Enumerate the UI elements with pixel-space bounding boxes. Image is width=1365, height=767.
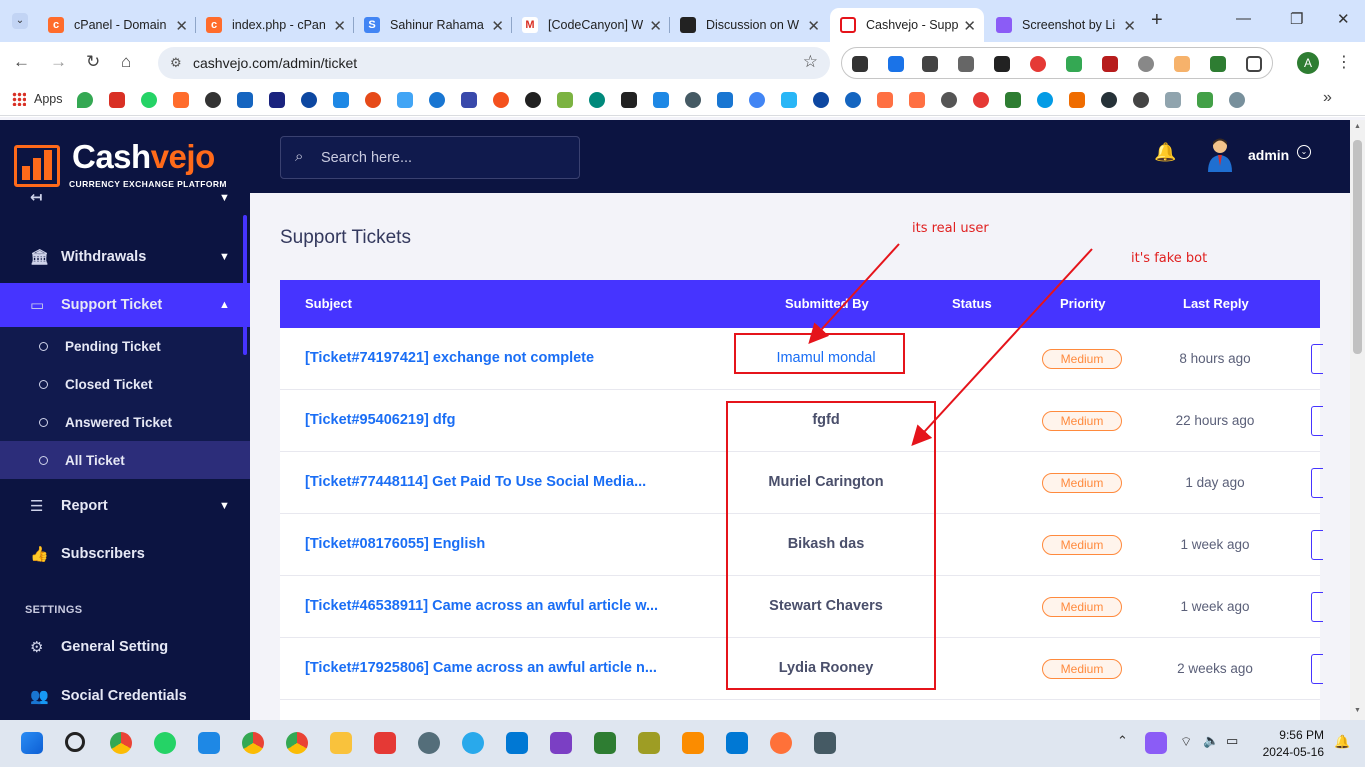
battery-icon[interactable]: ▭ — [1226, 733, 1238, 749]
whatsapp-icon[interactable] — [154, 732, 176, 754]
chrome-icon[interactable] — [286, 732, 308, 754]
chevron-up-icon[interactable]: ⌃ — [1117, 733, 1128, 749]
settings-icon[interactable] — [418, 732, 440, 754]
scrollbar-thumb[interactable] — [1353, 140, 1362, 354]
notepad-icon[interactable] — [198, 732, 220, 754]
scroll-down-icon[interactable]: ▼ — [1354, 707, 1361, 714]
clapper-icon[interactable] — [550, 732, 572, 754]
arrow-to-real-user — [808, 243, 900, 344]
xampp-icon[interactable] — [682, 732, 704, 754]
windows-taskbar: ⌃ ⌔ 🔈 ▭ 9:56 PM 2024-05-16 🔔 — [0, 720, 1365, 767]
annotation-arrows — [808, 243, 1093, 446]
clock-time[interactable]: 9:56 PM — [1260, 728, 1324, 742]
store-icon[interactable] — [506, 732, 528, 754]
scroll-up-icon[interactable]: ▲ — [1354, 123, 1361, 130]
vscode-icon[interactable] — [726, 732, 748, 754]
chrome-icon[interactable] — [242, 732, 264, 754]
firefox-icon[interactable] — [770, 732, 792, 754]
arrow-to-fake-bots — [911, 248, 1093, 446]
clock-date[interactable]: 2024-05-16 — [1260, 745, 1324, 759]
feather-tray-icon[interactable] — [1145, 732, 1167, 754]
calculator-icon[interactable] — [814, 732, 836, 754]
notification-bell-icon[interactable]: 🔔 — [1334, 734, 1350, 750]
folder-icon[interactable] — [330, 732, 352, 754]
search-icon[interactable] — [65, 732, 85, 752]
anydesk-icon[interactable] — [374, 732, 396, 754]
keys-icon[interactable] — [638, 732, 660, 754]
page-scrollbar[interactable]: ▲ ▼ — [1350, 120, 1365, 720]
volume-icon[interactable]: 🔈 — [1203, 733, 1219, 749]
telegram-icon[interactable] — [462, 732, 484, 754]
robot-icon[interactable] — [594, 732, 616, 754]
wifi-icon[interactable]: ⌔ — [1180, 734, 1192, 750]
chrome-icon[interactable] — [110, 732, 132, 754]
start-icon[interactable] — [21, 732, 43, 754]
